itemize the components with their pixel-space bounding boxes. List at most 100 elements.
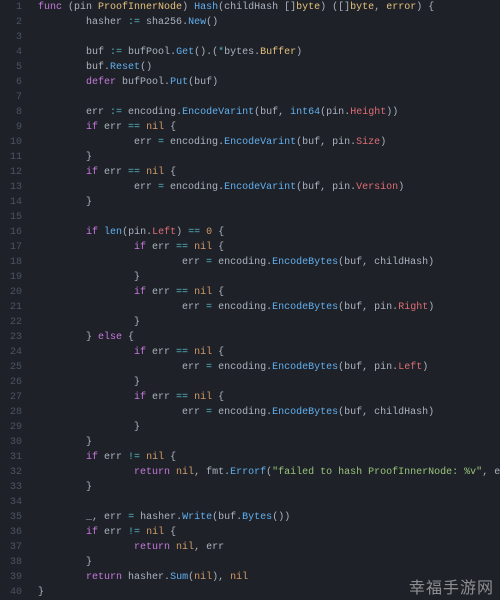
token-ident: Height [350,107,386,118]
code-line: if err == nil { [38,345,500,360]
token-pun: } [134,377,140,388]
token-pun: , [278,107,290,118]
token-pun: } [86,557,92,568]
token-var: encoding [212,407,266,418]
token-num: nil [194,392,212,403]
token-kw: defer [86,77,116,88]
code-line: err := encoding.EncodeVarint(buf, int64(… [38,105,500,120]
line-number-gutter: 1234567891011121314151617181920212223242… [0,0,28,600]
code-line: } [38,195,500,210]
token-var: pin [374,362,392,373]
line-number: 21 [0,300,22,315]
token-num: nil [146,452,164,463]
token-pun: } [86,152,92,163]
token-pun: , [362,407,374,418]
code-line: err = encoding.EncodeBytes(buf, childHas… [38,405,500,420]
token-var: buf [218,512,236,523]
token-op: != [128,452,140,463]
line-number: 11 [0,150,22,165]
token-ident: Size [356,137,380,148]
token-var: buf [344,302,362,313]
token-fn: Write [182,512,212,523]
token-num: nil [146,122,164,133]
token-pun: , [482,467,494,478]
token-var: err [86,107,110,118]
code-line: err = encoding.EncodeBytes(buf, pin.Righ… [38,300,500,315]
token-var: buf [344,362,362,373]
code-line: return nil, err [38,540,500,555]
token-var: err [98,452,128,463]
line-number: 17 [0,240,22,255]
token-fn: EncodeVarint [224,137,296,148]
token-typ: byte [296,2,320,13]
code-line: err = encoding.EncodeVarint(buf, pin.Siz… [38,135,500,150]
token-pun: { [122,332,134,343]
token-var: err [146,347,176,358]
line-number: 1 [0,0,22,15]
token-pun: [] [284,2,296,13]
token-var: sha256 [140,17,182,28]
code-line: return hasher.Sum(nil), nil [38,570,500,585]
token-num: nil [194,242,212,253]
token-pun: } [134,317,140,328]
token-pun: ) [212,77,218,88]
token-pun: { [164,527,176,538]
line-number: 4 [0,45,22,60]
code-editor[interactable]: 1234567891011121314151617181920212223242… [0,0,500,600]
token-pun: { [212,227,224,238]
token-fn: Get [176,47,194,58]
token-pun: , [362,362,374,373]
token-var: pin [332,182,350,193]
token-fn: EncodeBytes [272,362,338,373]
token-var: encoding [212,257,266,268]
code-line: } [38,375,500,390]
token-pun: ()) [272,512,290,523]
token-op: == [128,167,140,178]
code-line: _, err = hasher.Write(buf.Bytes()) [38,510,500,525]
token-var: err [182,407,206,418]
code-line: } [38,315,500,330]
line-number: 37 [0,540,22,555]
code-line [38,30,500,45]
token-pun: { [164,167,176,178]
token-var: err [494,467,500,478]
token-var: buf [194,77,212,88]
token-kw: func [38,2,62,13]
line-number: 27 [0,390,22,405]
token-var: err [206,542,224,553]
token-var: err [98,527,128,538]
line-number: 12 [0,165,22,180]
code-line: defer bufPool.Put(buf) [38,75,500,90]
line-number: 5 [0,60,22,75]
token-var: err [146,242,176,253]
token-var: pin [332,137,350,148]
token-pun: { [164,452,176,463]
token-num: nil [230,572,248,583]
token-fn: Sum [170,572,188,583]
token-pun: ().( [194,47,218,58]
token-pun: ( [62,2,74,13]
token-op: == [176,242,188,253]
line-number: 26 [0,375,22,390]
token-var: pin [374,302,392,313]
token-var: pin [128,227,146,238]
line-number: 14 [0,195,22,210]
token-pun: , [194,542,206,553]
token-var: encoding [212,362,266,373]
code-area[interactable]: func (pin ProofInnerNode) Hash(childHash… [28,0,500,600]
token-op: := [110,107,122,118]
code-line: } [38,420,500,435]
token-var: err [98,122,128,133]
token-var: err [134,137,158,148]
token-var: bufPool [116,77,164,88]
token-pun: { [164,122,176,133]
token-var: err [146,392,176,403]
token-var: childHash [224,2,284,13]
line-number: 2 [0,15,22,30]
token-var: childHash [374,407,428,418]
token-pun: , [194,467,206,478]
token-pun: () [206,17,218,28]
code-line: hasher := sha256.New() [38,15,500,30]
token-kw: if [134,287,146,298]
token-pun: ) [398,182,404,193]
